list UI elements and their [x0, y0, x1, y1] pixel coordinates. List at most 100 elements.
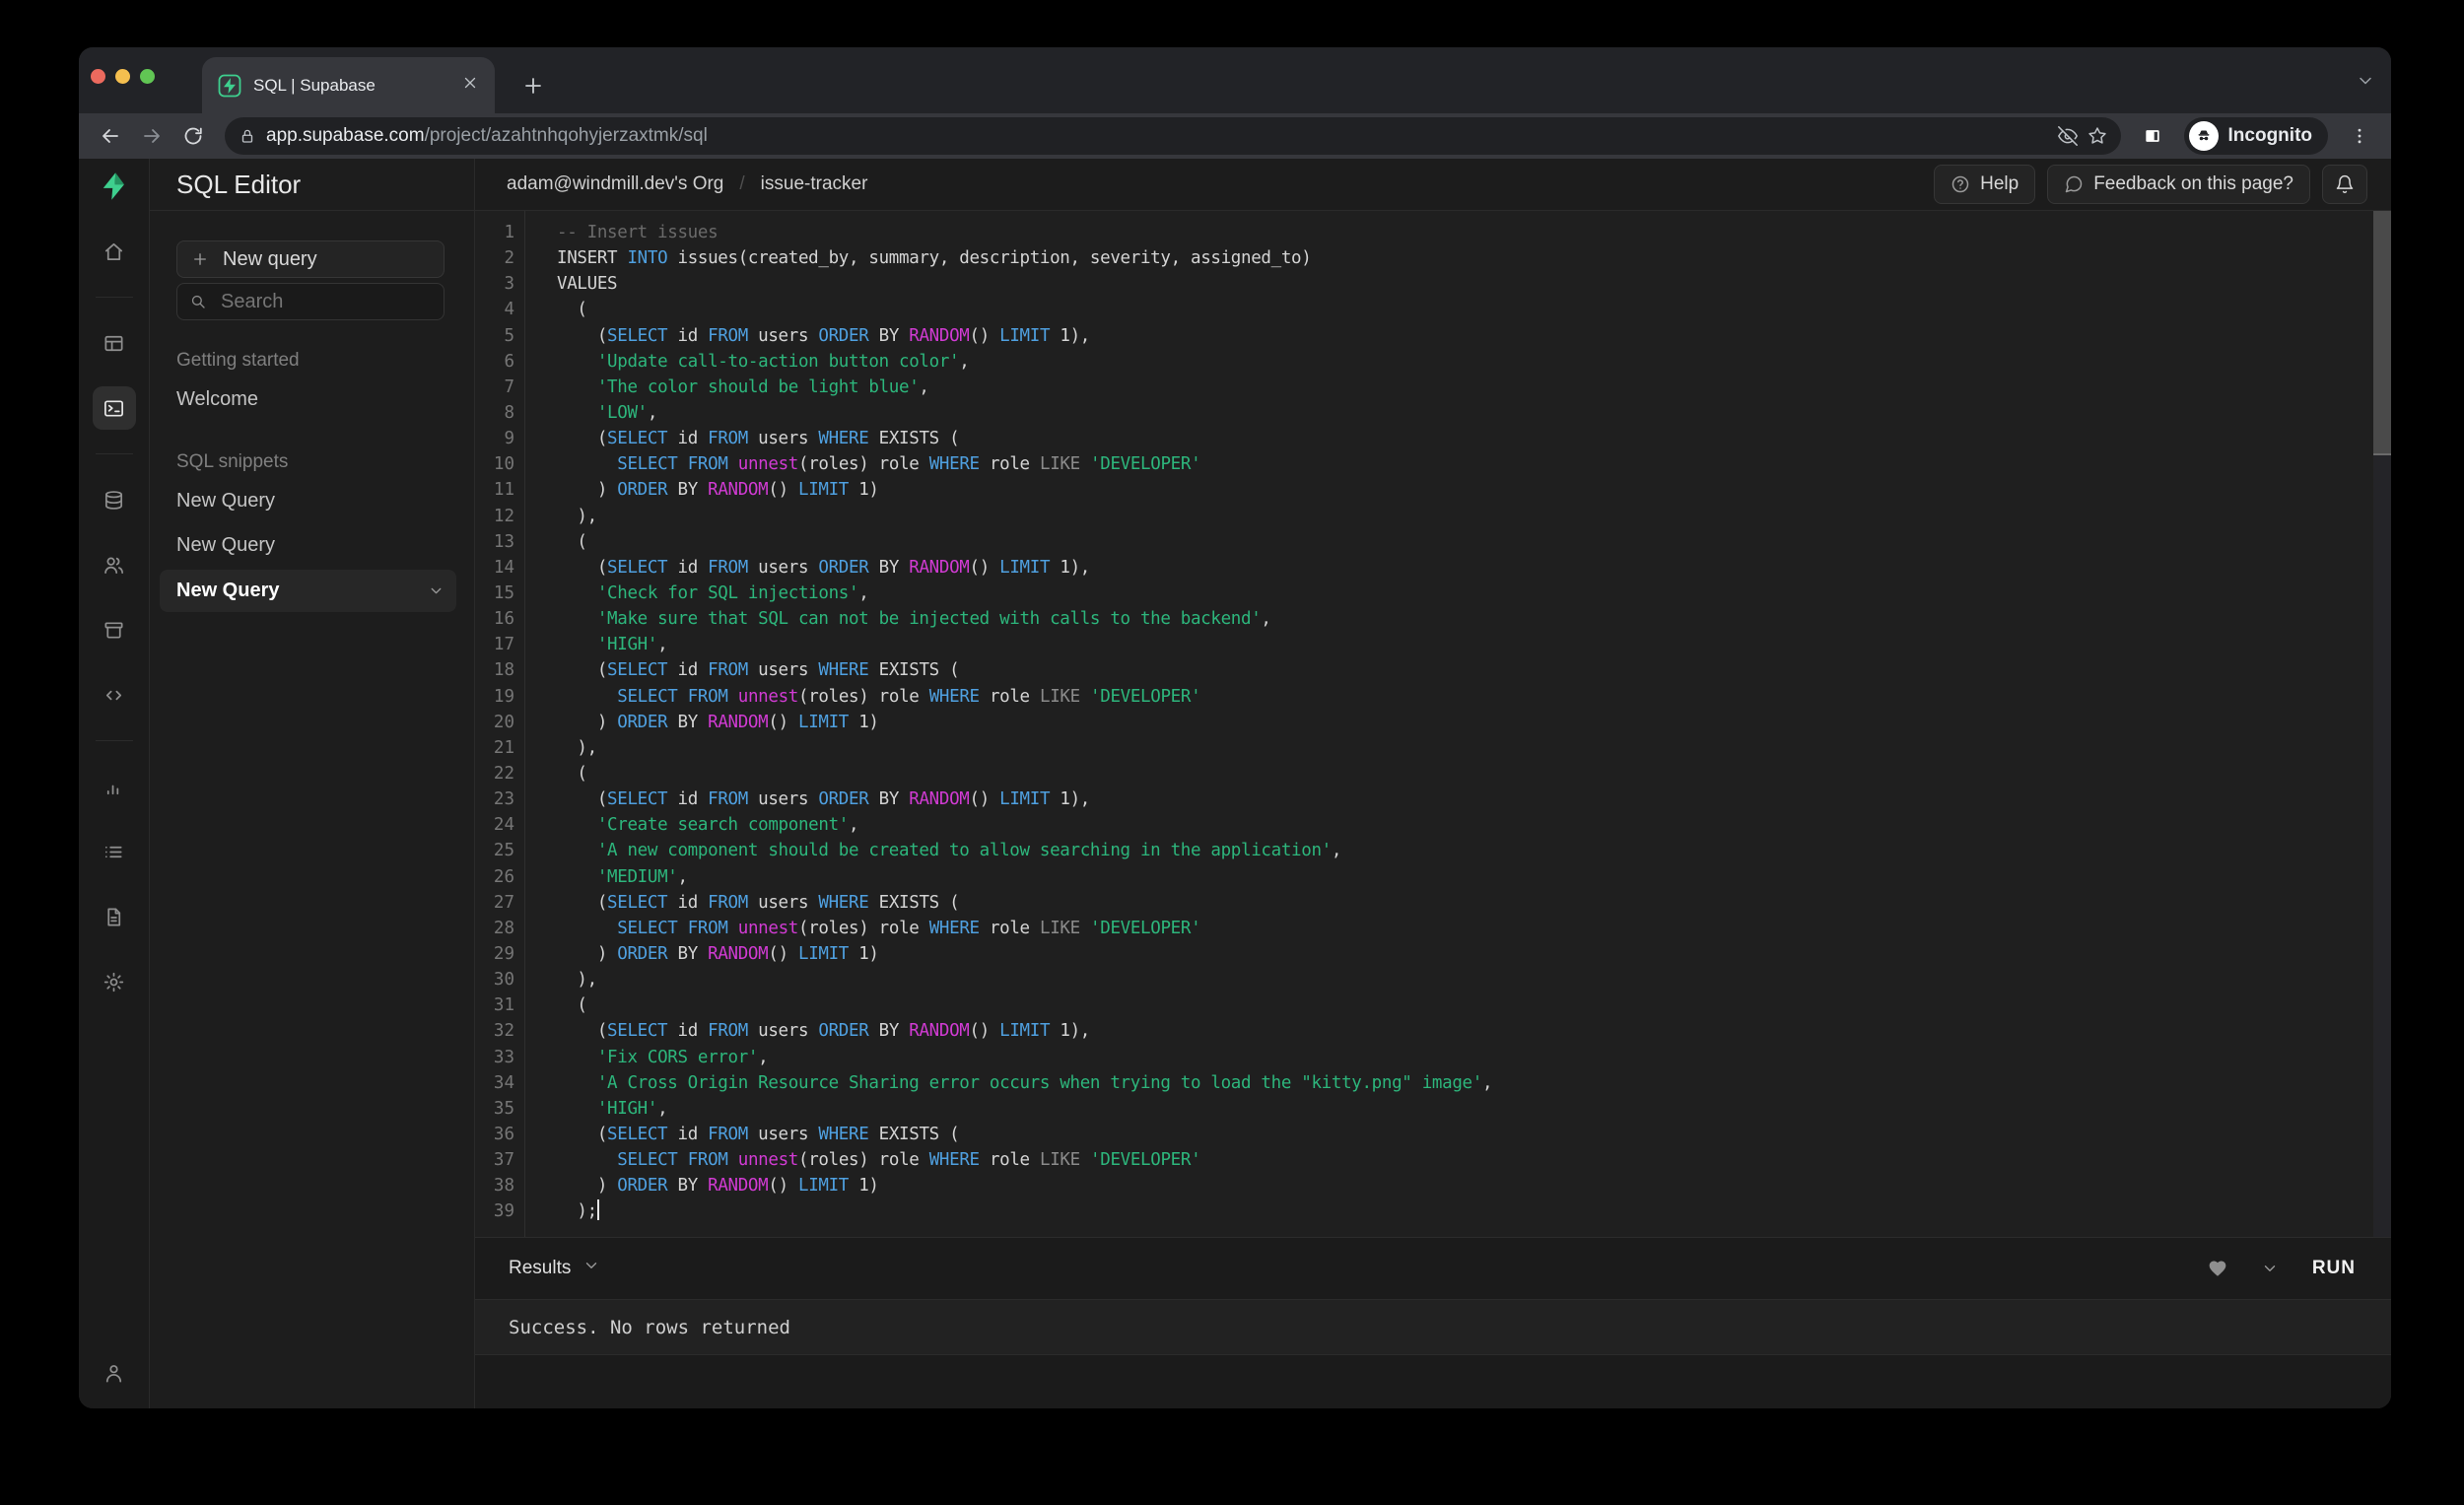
- scrollbar-thumb[interactable]: [2373, 211, 2391, 455]
- section-label: SQL snippets: [176, 451, 289, 472]
- url-host: app.supabase.com: [266, 125, 425, 146]
- browser-menu-icon[interactable]: [2342, 118, 2377, 154]
- line-number: 35: [493, 1098, 514, 1119]
- forward-icon[interactable]: [134, 118, 170, 154]
- code-line: (SELECT id FROM users WHERE EXISTS (: [557, 1124, 960, 1144]
- snippet-item-selected[interactable]: New Query: [160, 570, 456, 612]
- nav-database[interactable]: [93, 478, 136, 521]
- nav-sql-editor[interactable]: [92, 386, 136, 430]
- new-query-button-label: New query: [223, 247, 317, 270]
- bookmark-star-icon[interactable]: [2088, 126, 2107, 146]
- code-line: 'HIGH',: [596, 635, 668, 655]
- editor-scrollbar[interactable]: [2373, 211, 2391, 1237]
- favorite-heart-icon[interactable]: [2208, 1259, 2227, 1278]
- search-input[interactable]: [219, 289, 432, 314]
- help-button[interactable]: Help: [1934, 165, 2036, 204]
- rail-divider: [95, 740, 133, 741]
- line-number: 27: [493, 892, 514, 913]
- nav-home[interactable]: [93, 230, 136, 273]
- line-number: 38: [493, 1176, 514, 1197]
- notifications-button[interactable]: [2322, 165, 2367, 204]
- line-number: 21: [493, 737, 514, 758]
- line-number: 22: [493, 763, 514, 784]
- line-number: 17: [493, 635, 514, 655]
- code-line: VALUES: [557, 274, 618, 295]
- code-area[interactable]: -- Insert issues INSERT INTO issues(creat…: [526, 211, 2373, 1237]
- reload-icon[interactable]: [175, 118, 211, 154]
- line-number: 29: [493, 943, 514, 964]
- url-path: /project/azahtnhqohyjerzaxtmk/sql: [424, 125, 708, 146]
- line-number: 6: [504, 351, 514, 372]
- nav-account[interactable]: [93, 1351, 136, 1395]
- code-line: ) ORDER BY RANDOM() LIMIT 1): [557, 712, 879, 732]
- breadcrumb-org[interactable]: adam@windmill.dev's Org: [507, 173, 723, 195]
- code-line: SELECT FROM unnest(roles) role WHERE rol…: [617, 686, 1201, 707]
- browser-toolbar: app.supabase.com/project/azahtnhqohyjerz…: [79, 113, 2391, 159]
- run-options-chevron-icon[interactable]: [2261, 1260, 2279, 1277]
- line-number: 24: [493, 815, 514, 836]
- line-number: 12: [493, 506, 514, 526]
- help-button-label: Help: [1980, 173, 2019, 194]
- nav-settings[interactable]: [93, 960, 136, 1003]
- code-line: 'Update call-to-action button color',: [596, 351, 970, 372]
- line-number: 11: [493, 480, 514, 501]
- nav-table-editor[interactable]: [93, 321, 136, 365]
- nav-auth[interactable]: [93, 543, 136, 586]
- snippet-item[interactable]: New Query: [150, 479, 474, 523]
- line-number: 13: [493, 531, 514, 552]
- results-dropdown[interactable]: Results: [509, 1257, 600, 1280]
- nav-logs[interactable]: [93, 830, 136, 873]
- code-line: 'MEDIUM',: [596, 866, 688, 887]
- feedback-button[interactable]: Feedback on this page?: [2047, 165, 2310, 204]
- breadcrumb-project[interactable]: issue-tracker: [761, 173, 868, 195]
- close-tab-icon[interactable]: [461, 74, 479, 97]
- run-button[interactable]: RUN: [2312, 1258, 2356, 1279]
- address-bar[interactable]: app.supabase.com/project/azahtnhqohyjerz…: [225, 117, 2121, 155]
- code-line: SELECT FROM unnest(roles) role WHERE rol…: [617, 454, 1201, 475]
- maximize-window-button[interactable]: [140, 69, 155, 84]
- new-query-button[interactable]: New query: [176, 240, 445, 278]
- feedback-button-label: Feedback on this page?: [2093, 173, 2293, 194]
- code-line: (: [557, 300, 587, 320]
- nav-reports[interactable]: [93, 765, 136, 808]
- nav-api-docs[interactable]: [93, 895, 136, 938]
- sql-code-editor[interactable]: 1 2 3 4 5 6 7 8 9 10 11 12 13 14 15 16 17 18 19 20 21 22 23 24 2…: [475, 211, 2391, 1237]
- supabase-logo[interactable]: [95, 167, 134, 206]
- line-number: 36: [493, 1124, 514, 1144]
- browser-tab[interactable]: SQL | Supabase: [202, 57, 495, 113]
- tab-list-chevron-icon[interactable]: [2356, 71, 2375, 96]
- snippet-item[interactable]: Welcome: [150, 377, 474, 422]
- back-icon[interactable]: [93, 118, 128, 154]
- results-message: Success. No rows returned: [509, 1316, 790, 1338]
- line-number-gutter: 1 2 3 4 5 6 7 8 9 10 11 12 13 14 15 16 17 18 19 20 21 22 23 24 2…: [475, 211, 525, 1237]
- rail-divider: [95, 453, 133, 454]
- line-number: 2: [504, 248, 514, 269]
- supabase-app: SQL Editor New query Getting started Welc…: [79, 159, 2391, 1408]
- incognito-icon: [2188, 121, 2219, 151]
- code-line: ),: [557, 737, 597, 758]
- close-window-button[interactable]: [91, 69, 105, 84]
- nav-rail: [79, 159, 150, 1408]
- page-title: SQL Editor: [176, 169, 302, 199]
- list-icon: [103, 841, 125, 863]
- nav-edge-functions[interactable]: [93, 673, 136, 717]
- line-number: 15: [493, 582, 514, 603]
- line-number: 8: [504, 402, 514, 423]
- snippet-item[interactable]: New Query: [150, 523, 474, 568]
- line-number: 32: [493, 1021, 514, 1042]
- nav-storage[interactable]: [93, 608, 136, 651]
- line-number: 18: [493, 660, 514, 681]
- line-number: 39: [493, 1201, 514, 1222]
- code-line: (: [557, 531, 587, 552]
- line-number: 10: [493, 454, 514, 475]
- minimize-window-button[interactable]: [115, 69, 130, 84]
- side-panel-icon[interactable]: [2135, 118, 2170, 154]
- new-tab-button[interactable]: [514, 67, 552, 104]
- code-line: INSERT INTO issues(created_by, summary, …: [557, 248, 1312, 269]
- supabase-favicon-icon: [218, 74, 241, 98]
- chevron-down-icon[interactable]: [428, 582, 445, 599]
- code-line: 'LOW',: [596, 402, 658, 423]
- sql-editor-panel: SQL Editor New query Getting started Welc…: [150, 159, 475, 1408]
- snippet-item-label: New Query: [176, 534, 276, 556]
- eye-off-icon[interactable]: [2057, 126, 2078, 146]
